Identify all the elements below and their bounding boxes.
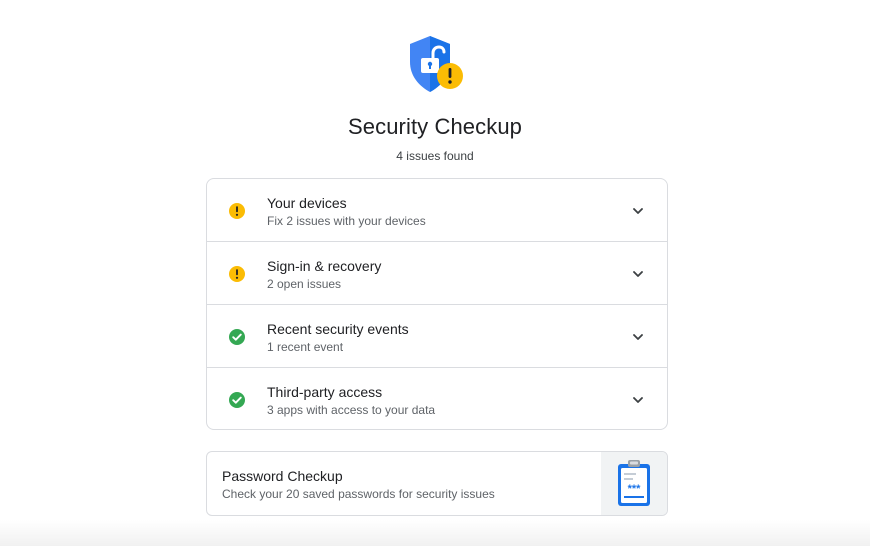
chevron-down-icon[interactable] (631, 267, 645, 281)
issues-count: 4 issues found (396, 149, 474, 163)
password-checkup-illustration: *** (601, 452, 667, 515)
issue-title: Third-party access (267, 384, 383, 400)
issues-list: Your devices Fix 2 issues with your devi… (206, 178, 668, 430)
shield-unlocked-warning-icon (410, 36, 463, 92)
issue-title: Your devices (267, 195, 347, 211)
password-checkup-title: Password Checkup (222, 468, 343, 484)
issue-row-third-party-access[interactable]: Third-party access 3 apps with access to… (207, 368, 667, 429)
issue-description: Fix 2 issues with your devices (267, 214, 426, 228)
chevron-down-icon[interactable] (631, 204, 645, 218)
issue-title: Sign-in & recovery (267, 258, 382, 274)
issue-description: 3 apps with access to your data (267, 403, 436, 417)
issue-description: 2 open issues (267, 277, 342, 291)
bottom-edge (0, 520, 870, 546)
check-circle-icon (229, 329, 245, 345)
warning-circle-icon (229, 203, 245, 219)
clipboard-password-icon: *** (618, 460, 650, 506)
password-checkup-description: Check your 20 saved passwords for securi… (222, 487, 495, 501)
chevron-down-icon[interactable] (631, 330, 645, 344)
chevron-down-icon[interactable] (631, 393, 645, 407)
security-checkup-page: Security Checkup 4 issues found Your dev… (0, 0, 870, 546)
warning-circle-icon (229, 266, 245, 282)
issue-row-your-devices[interactable]: Your devices Fix 2 issues with your devi… (207, 179, 667, 242)
issue-title: Recent security events (267, 321, 409, 337)
issue-row-sign-in-recovery[interactable]: Sign-in & recovery 2 open issues (207, 242, 667, 305)
issue-row-recent-security-events[interactable]: Recent security events 1 recent event (207, 305, 667, 368)
issue-description: 1 recent event (267, 340, 344, 354)
header: Security Checkup 4 issues found (0, 34, 870, 163)
check-circle-icon (229, 392, 245, 408)
password-checkup-card[interactable]: Password Checkup Check your 20 saved pas… (206, 451, 668, 516)
page-title: Security Checkup (347, 114, 522, 139)
svg-text:***: *** (628, 483, 642, 495)
